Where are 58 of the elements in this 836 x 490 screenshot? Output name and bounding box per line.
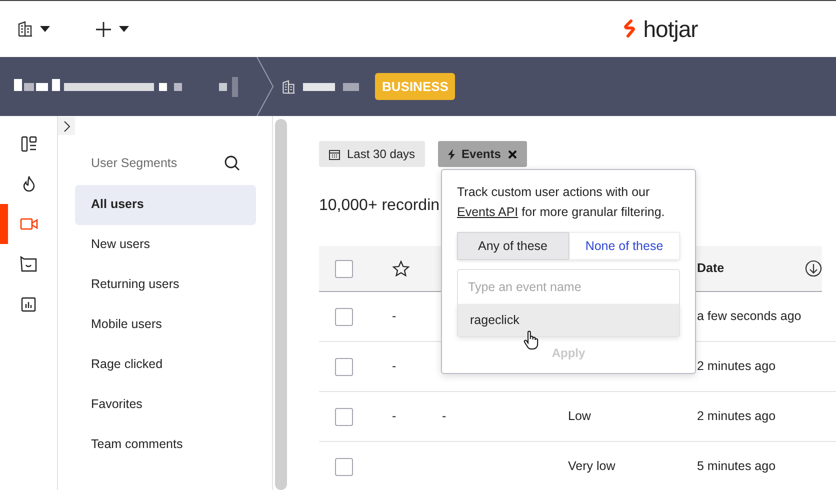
table-cell-text: - bbox=[442, 408, 446, 426]
segment-item[interactable]: Team comments bbox=[75, 424, 256, 465]
video-camera-icon bbox=[20, 218, 38, 230]
building-icon bbox=[18, 21, 32, 37]
checkbox[interactable] bbox=[335, 358, 353, 376]
search-icon[interactable] bbox=[224, 155, 240, 172]
sort-down-icon bbox=[805, 260, 822, 277]
chevron-right-icon bbox=[64, 120, 70, 132]
checkbox[interactable] bbox=[335, 260, 353, 278]
checkbox[interactable] bbox=[335, 458, 353, 476]
table-cell-text: 2 minutes ago bbox=[697, 358, 776, 376]
plus-icon bbox=[96, 22, 111, 36]
scrollbar[interactable] bbox=[275, 119, 287, 490]
hand-pointer-icon bbox=[523, 330, 539, 350]
mode-toggle[interactable]: None of these bbox=[568, 232, 680, 260]
table-cell-text: Low bbox=[568, 408, 591, 426]
column-header[interactable]: Date bbox=[697, 259, 724, 278]
caret-icon bbox=[119, 26, 129, 32]
mode-toggle[interactable]: Any of these bbox=[457, 232, 568, 260]
caret-icon bbox=[40, 26, 50, 32]
bar-chart-icon bbox=[21, 296, 36, 312]
segment-item[interactable]: Rage clicked bbox=[75, 344, 256, 385]
lightning-icon bbox=[448, 148, 455, 160]
logo-icon bbox=[623, 19, 637, 39]
table-cell-text: - bbox=[392, 358, 396, 376]
segment-item[interactable]: Mobile users bbox=[75, 304, 256, 345]
expand-button[interactable] bbox=[58, 117, 75, 135]
table-cell-text: - bbox=[392, 408, 396, 426]
checkbox[interactable] bbox=[335, 408, 353, 426]
results-count: 10,000+ recordin bbox=[319, 196, 439, 216]
brand-logo: hotjar bbox=[643, 14, 698, 44]
pixelated-text-drawing bbox=[303, 82, 359, 92]
building-icon bbox=[282, 80, 295, 94]
table-cell-text: Very low bbox=[568, 458, 616, 476]
layout-icon bbox=[20, 136, 36, 152]
events-api-link[interactable]: Events API bbox=[457, 205, 518, 219]
event-name-input[interactable]: Type an event name bbox=[457, 269, 680, 304]
table-cell-text: a few seconds ago bbox=[697, 308, 802, 326]
close-icon bbox=[508, 150, 517, 158]
segment-item[interactable]: All users bbox=[75, 184, 256, 225]
segment-item[interactable]: Favorites bbox=[75, 384, 256, 425]
chevron-icon bbox=[256, 57, 274, 116]
filter-chip[interactable]: Events bbox=[438, 141, 527, 167]
flame-icon bbox=[20, 176, 36, 192]
smiley-icon bbox=[20, 256, 37, 272]
segment-item[interactable]: New users bbox=[75, 224, 256, 265]
checkbox[interactable] bbox=[335, 308, 353, 326]
table-cell-text: - bbox=[392, 308, 396, 326]
section-title: User Segments bbox=[91, 155, 178, 172]
star-icon bbox=[392, 260, 410, 278]
calendar-icon bbox=[329, 148, 340, 160]
segment-item[interactable]: Returning users bbox=[75, 264, 256, 305]
filter-chip[interactable]: Last 30 days bbox=[319, 141, 426, 167]
table-cell-text: 2 minutes ago bbox=[697, 408, 776, 426]
suggestion-item[interactable]: rageclick bbox=[457, 304, 680, 337]
plan-badge: BUSINESS bbox=[375, 72, 456, 100]
description-text: Track custom user actions with our Events API for more granular filtering. bbox=[457, 184, 666, 221]
table-cell-text: 5 minutes ago bbox=[697, 458, 776, 476]
